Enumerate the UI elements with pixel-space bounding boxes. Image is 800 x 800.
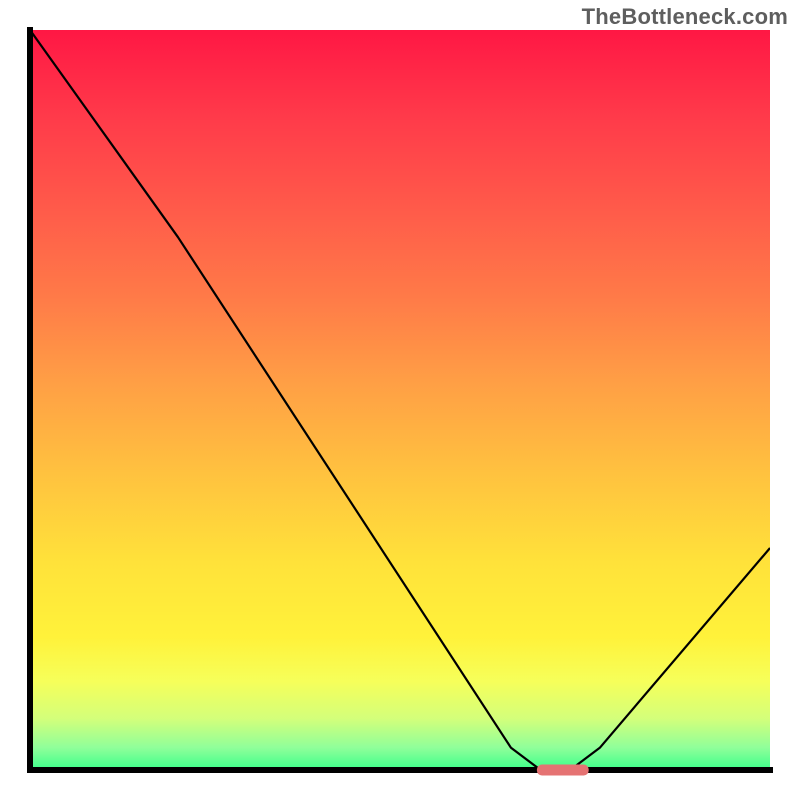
chart-container: TheBottleneck.com [0, 0, 800, 800]
plot-background-gradient [30, 30, 770, 770]
bottleneck-chart [0, 0, 800, 800]
watermark-label: TheBottleneck.com [582, 4, 788, 30]
optimal-range-marker [537, 765, 589, 776]
